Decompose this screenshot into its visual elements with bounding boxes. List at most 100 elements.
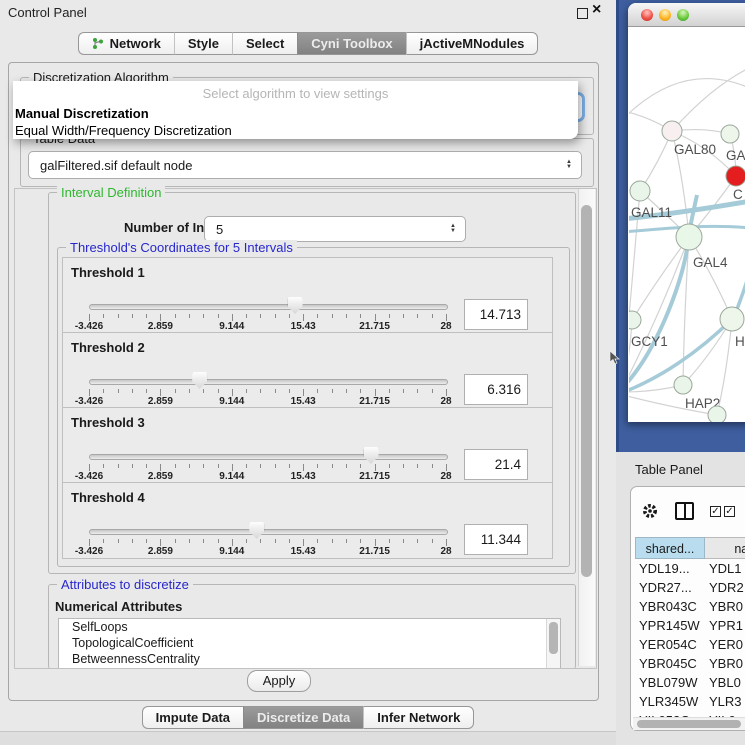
attributes-scrollbar[interactable] <box>546 619 560 668</box>
float-window-icon[interactable] <box>577 8 588 19</box>
tab-infer-network[interactable]: Infer Network <box>363 706 474 729</box>
tab-style[interactable]: Style <box>174 32 232 55</box>
table-data-combobox[interactable]: galFiltered.sif default node ▲▼ <box>28 151 582 179</box>
slider-tick <box>317 314 318 318</box>
slider-track[interactable] <box>89 379 448 385</box>
slider-thumb[interactable] <box>249 522 264 539</box>
zoom-traffic-light-icon[interactable] <box>677 9 689 21</box>
column-header-shared-name[interactable]: shared... <box>635 537 705 559</box>
slider-track[interactable] <box>89 304 448 310</box>
table-row[interactable]: YBL079WYBL0 <box>635 673 745 692</box>
network-node-gal11[interactable] <box>630 181 650 201</box>
slider-thumb[interactable] <box>192 372 207 389</box>
close-icon[interactable]: × <box>592 1 601 19</box>
tab-cyni-toolbox[interactable]: Cyni Toolbox <box>297 32 405 55</box>
attributes-scrollbar-thumb[interactable] <box>549 622 558 654</box>
slider-track[interactable] <box>89 454 448 460</box>
slider-tick <box>375 539 376 546</box>
algorithm-option-manual-discretization[interactable]: Manual Discretization <box>13 105 578 122</box>
numerical-attribute-item-selfloops[interactable]: SelfLoops <box>59 619 560 635</box>
table-row[interactable]: YDL19...YDL1 <box>635 559 745 578</box>
slider-tick <box>203 464 204 468</box>
apply-button[interactable]: Apply <box>247 670 311 692</box>
table-row[interactable]: YBR043CYBR0 <box>635 597 745 616</box>
slider-thumb[interactable] <box>364 447 379 464</box>
table-panel: Table Panel ✓ ✓ shared... name YDL19...Y… <box>616 452 745 745</box>
slider-tick <box>118 464 119 468</box>
close-traffic-light-icon[interactable] <box>641 9 653 21</box>
minimize-traffic-light-icon[interactable] <box>659 9 671 21</box>
slider-tick <box>175 314 176 318</box>
slider-tick <box>132 464 133 468</box>
slider-tick <box>417 464 418 468</box>
split-columns-icon[interactable] <box>675 502 694 520</box>
slider-tick <box>232 314 233 321</box>
algorithm-option-equal-width-frequency-discretization[interactable]: Equal Width/Frequency Discretization <box>13 122 578 139</box>
algorithm-placeholder-option[interactable]: Select algorithm to view settings <box>13 81 578 105</box>
cell-name: YBR0 <box>703 599 743 614</box>
settings-gear-icon[interactable] <box>641 502 659 520</box>
slider-tick <box>260 464 261 468</box>
threshold-value-field[interactable]: 21.4 <box>464 449 528 480</box>
column-header-name[interactable]: name <box>705 537 745 559</box>
cell-name: YER0 <box>703 637 743 652</box>
number-of-intervals-value: 5 <box>205 222 450 237</box>
numerical-attributes-list[interactable]: SelfLoopsTopologicalCoefficientBetweenne… <box>58 618 561 668</box>
network-node-gcy1[interactable] <box>629 311 641 329</box>
slider-tick <box>403 389 404 393</box>
tab-jactivemnodules[interactable]: jActiveMNodules <box>406 32 539 55</box>
network-node-c[interactable] <box>726 166 745 186</box>
network-node-h[interactable] <box>720 307 744 331</box>
number-of-intervals-combobox[interactable]: 5 ▲▼ <box>204 216 466 242</box>
threshold-value-field[interactable]: 6.316 <box>464 374 528 405</box>
vertical-scrollbar-thumb[interactable] <box>581 205 592 577</box>
tab-select[interactable]: Select <box>232 32 297 55</box>
tab-discretize-data[interactable]: Discretize Data <box>243 706 363 729</box>
network-node-gal80[interactable] <box>662 121 682 141</box>
cell-name: YBL0 <box>703 675 741 690</box>
table-row[interactable]: YPR145WYPR1 <box>635 616 745 635</box>
table-row[interactable]: YER054CYER0 <box>635 635 745 654</box>
node-label: GA <box>726 148 745 163</box>
slider-tick <box>432 464 433 468</box>
slider-tick <box>389 539 390 543</box>
network-window-titlebar[interactable] <box>628 3 745 27</box>
slider-thumb[interactable] <box>288 297 303 314</box>
table-row[interactable]: YLR345WYLR3 <box>635 692 745 711</box>
network-edge[interactable] <box>629 237 689 387</box>
tick-label: 15.43 <box>291 321 316 332</box>
checkbox-checked-icon[interactable]: ✓ <box>724 506 735 517</box>
slider-tick <box>218 464 219 468</box>
slider-tick <box>417 314 418 318</box>
network-node-hap2[interactable] <box>674 376 692 394</box>
threshold-label: Threshold 2 <box>71 340 145 355</box>
slider-tick <box>375 464 376 471</box>
cell-name: YDR2 <box>703 580 744 595</box>
network-node-gal4[interactable] <box>676 224 702 250</box>
vertical-scrollbar[interactable] <box>578 189 595 666</box>
network-canvas[interactable]: GAL80GACGAL11GAL4GCY1HHAP2 <box>629 27 745 422</box>
slider-track[interactable] <box>89 529 448 535</box>
numerical-attribute-item-betweennesscentrality[interactable]: BetweennessCentrality <box>59 651 560 667</box>
slider-tick <box>403 314 404 318</box>
numerical-attribute-item-topologicalcoefficient[interactable]: TopologicalCoefficient <box>59 635 560 651</box>
tab-network[interactable]: Network <box>78 32 174 55</box>
slider-tick <box>432 539 433 543</box>
cell-shared-name: YPR145W <box>635 618 703 633</box>
network-edge[interactable] <box>689 237 732 319</box>
threshold-value-field[interactable]: 11.344 <box>464 524 528 555</box>
slider-tick <box>332 539 333 543</box>
slider-tick <box>346 314 347 318</box>
slider-tick <box>246 314 247 318</box>
slider-tick <box>446 314 447 321</box>
table-row[interactable]: YBR045CYBR0 <box>635 654 745 673</box>
table-horizontal-scrollbar-thumb[interactable] <box>637 720 741 728</box>
network-node[interactable] <box>708 406 726 422</box>
tab-impute-data[interactable]: Impute Data <box>142 706 243 729</box>
network-edge[interactable] <box>629 79 745 115</box>
network-node-ga[interactable] <box>721 125 739 143</box>
table-row[interactable]: YDR27...YDR2 <box>635 578 745 597</box>
table-horizontal-scrollbar[interactable] <box>633 717 745 730</box>
threshold-value-field[interactable]: 14.713 <box>464 299 528 330</box>
checkbox-checked-icon[interactable]: ✓ <box>710 506 721 517</box>
